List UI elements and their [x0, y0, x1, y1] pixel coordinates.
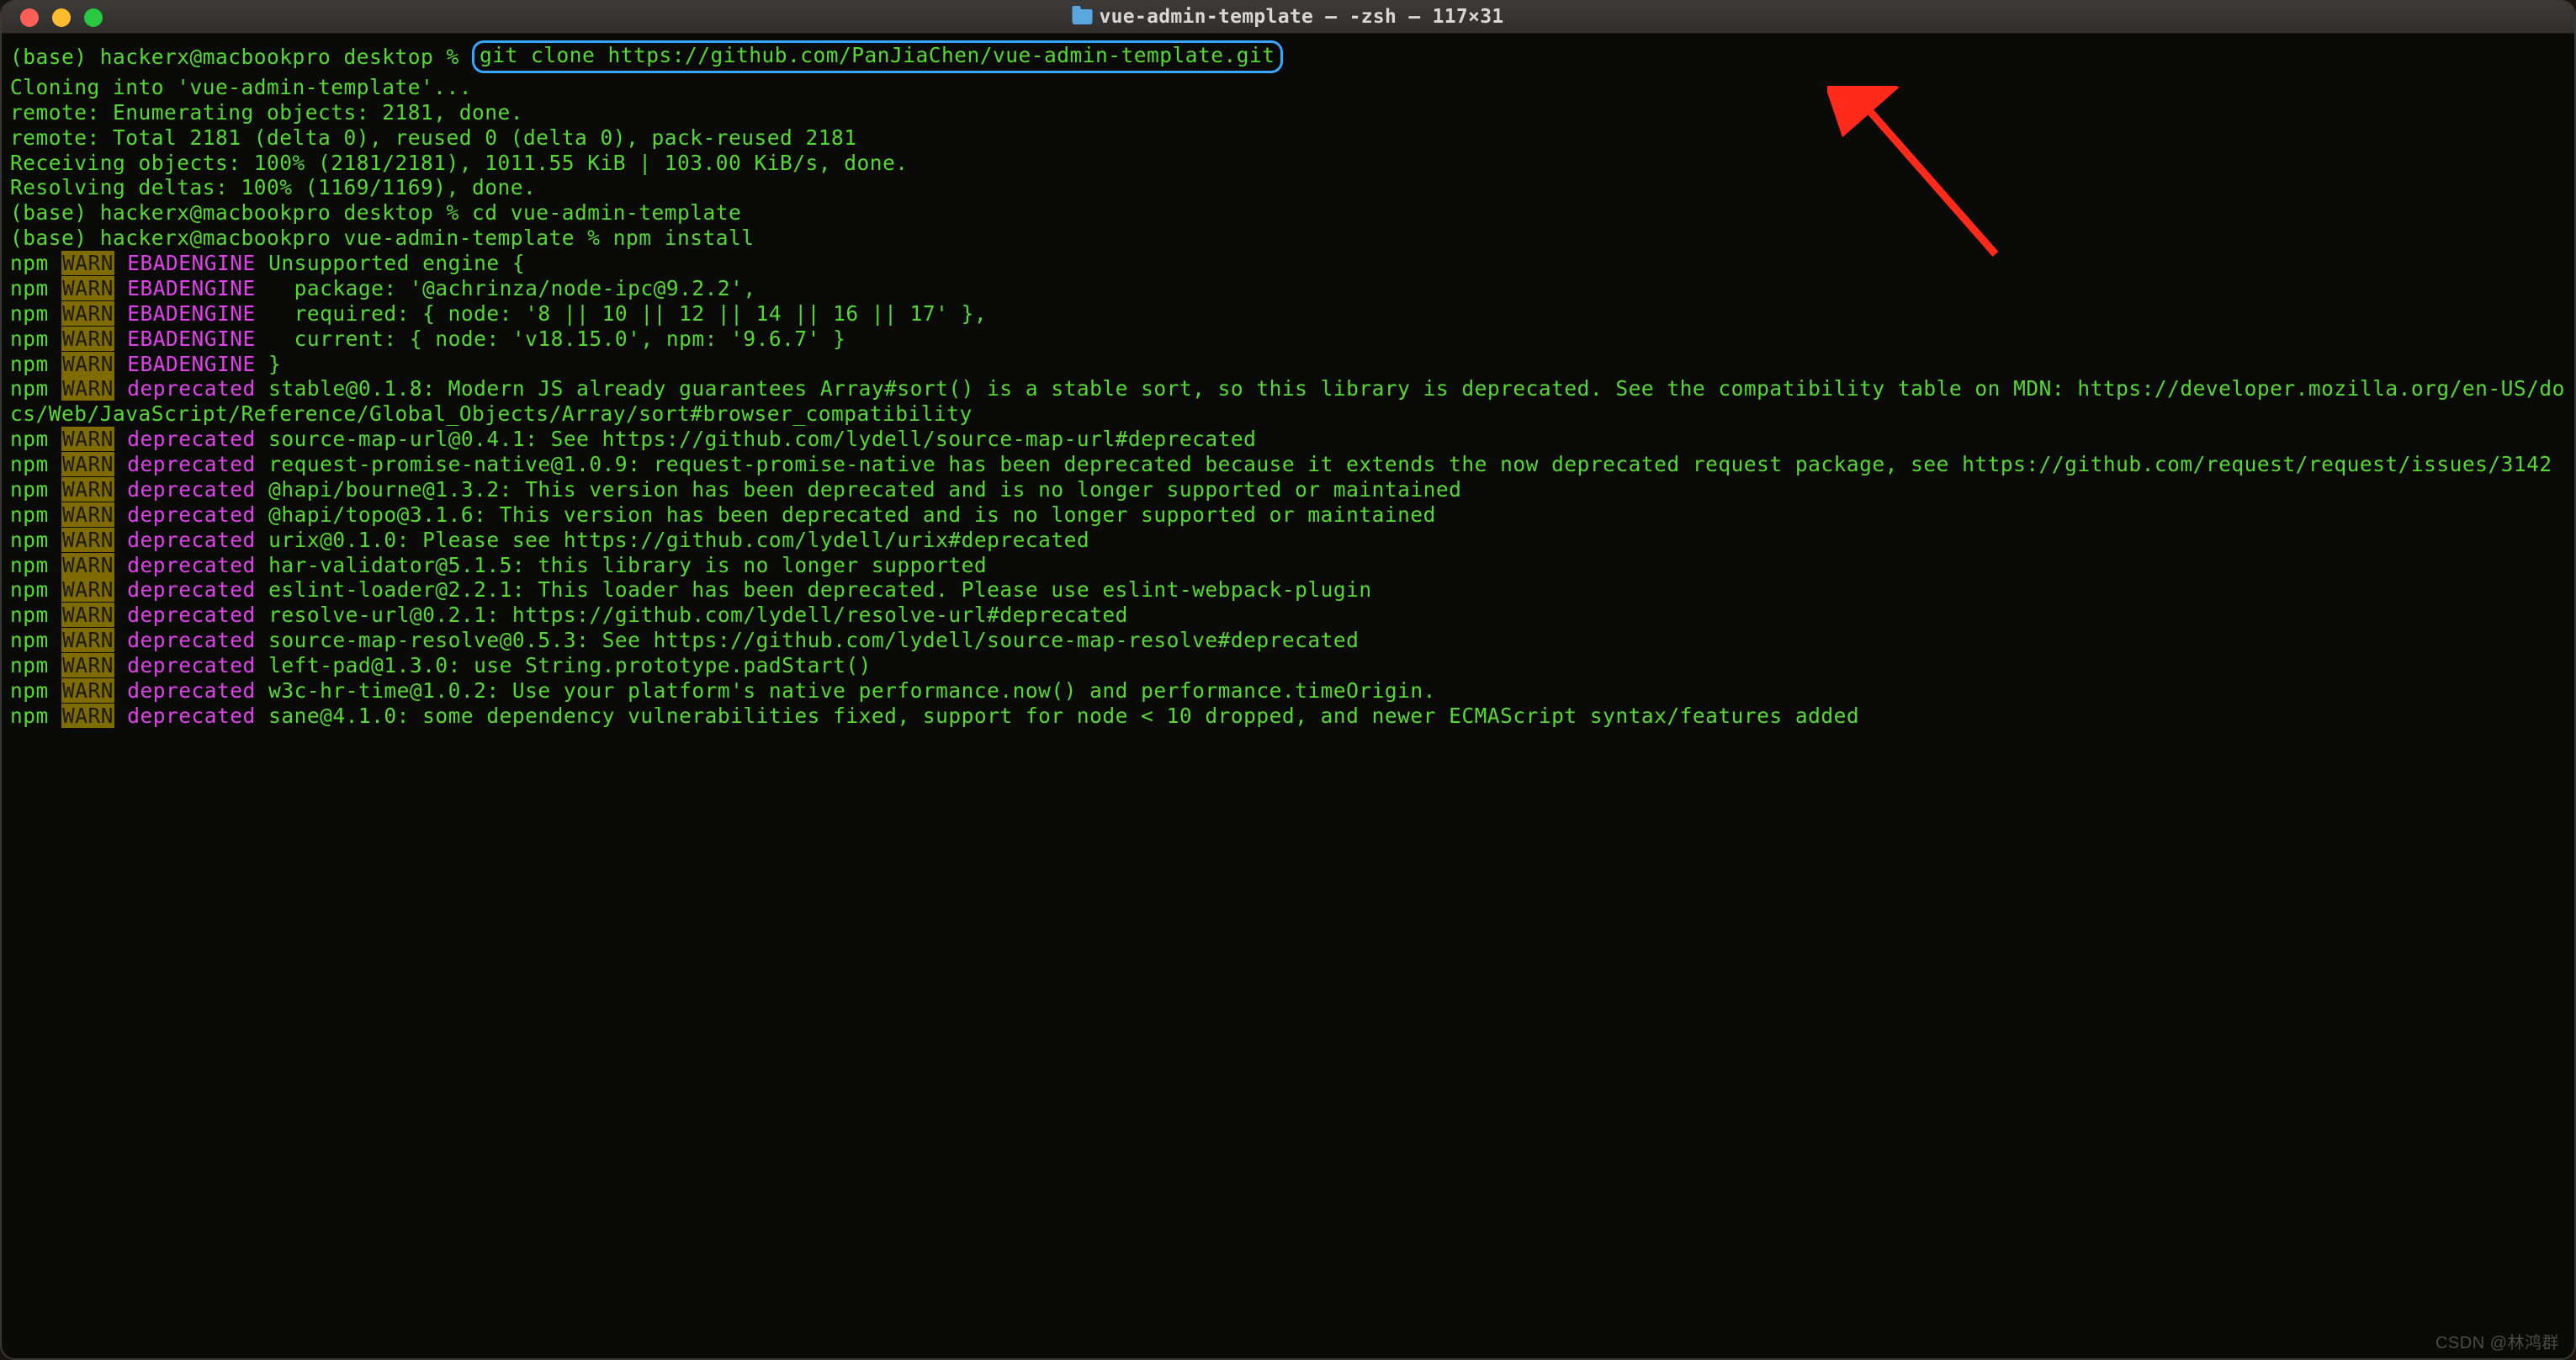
deprecated-label: deprecated	[127, 376, 256, 401]
warn-badge: WARN	[61, 376, 114, 401]
deprecated-label: deprecated	[127, 653, 256, 677]
minimize-icon[interactable]	[52, 8, 71, 27]
deprecated-msg: left-pad@1.3.0: use String.prototype.pad…	[268, 653, 872, 677]
git-output: remote: Total 2181 (delta 0), reused 0 (…	[10, 125, 857, 150]
npm-label: npm	[10, 553, 61, 577]
deprecated-msg: sane@4.1.0: some dependency vulnerabilit…	[268, 704, 1859, 728]
npm-label: npm	[10, 577, 61, 602]
deprecated-msg: @hapi/bourne@1.3.2: This version has bee…	[268, 477, 1461, 502]
npm-label: npm	[10, 301, 61, 326]
ebadengine-label: EBADENGINE	[127, 352, 256, 376]
maximize-icon[interactable]	[84, 8, 103, 27]
git-output: Resolving deltas: 100% (1169/1169), done…	[10, 175, 536, 199]
npm-label: npm	[10, 452, 61, 476]
npm-label: npm	[10, 427, 61, 451]
warn-badge: WARN	[61, 653, 114, 677]
window-title: vue-admin-template — -zsh — 117×31	[1072, 5, 1503, 29]
npm-label: npm	[10, 653, 61, 677]
npm-label: npm	[10, 603, 61, 627]
deprecated-msg: har-validator@5.1.5: this library is no …	[268, 553, 987, 577]
prompt-env: (base)	[10, 45, 100, 69]
warn-badge: WARN	[61, 276, 114, 300]
deprecated-label: deprecated	[127, 553, 256, 577]
npm-label: npm	[10, 251, 61, 275]
warn-badge: WARN	[61, 327, 114, 351]
folder-icon	[1072, 9, 1092, 24]
engine-msg: Unsupported engine {	[268, 251, 525, 275]
warn-badge: WARN	[61, 452, 114, 476]
warn-badge: WARN	[61, 628, 114, 652]
terminal-content[interactable]: (base) hackerx@macbookpro desktop % git …	[2, 34, 2574, 729]
npm-label: npm	[10, 276, 61, 300]
engine-msg: }	[268, 352, 281, 376]
npm-label: npm	[10, 678, 61, 703]
deprecated-label: deprecated	[127, 678, 256, 703]
deprecated-msg: @hapi/topo@3.1.6: This version has been …	[268, 502, 1436, 527]
warn-badge: WARN	[61, 477, 114, 502]
highlighted-command: git clone https://github.com/PanJiaChen/…	[472, 40, 1283, 73]
npm-label: npm	[10, 628, 61, 652]
warn-badge: WARN	[61, 502, 114, 527]
deprecated-label: deprecated	[127, 477, 256, 502]
deprecated-msg: w3c-hr-time@1.0.2: Use your platform's n…	[268, 678, 1436, 703]
window-title-text: vue-admin-template — -zsh — 117×31	[1099, 5, 1503, 29]
warn-badge: WARN	[61, 528, 114, 552]
deprecated-label: deprecated	[127, 528, 256, 552]
prompt-userhost: hackerx@macbookpro desktop %	[100, 45, 472, 69]
deprecated-label: deprecated	[127, 628, 256, 652]
deprecated-msg: source-map-url@0.4.1: See https://github…	[268, 427, 1256, 451]
titlebar: vue-admin-template — -zsh — 117×31	[2, 2, 2574, 34]
prompt-userhost: hackerx@macbookpro vue-admin-template %	[100, 226, 613, 250]
deprecated-msg: source-map-resolve@0.5.3: See https://gi…	[268, 628, 1359, 652]
cd-command: cd vue-admin-template	[472, 200, 741, 225]
deprecated-msg: stable@0.1.8: Modern JS already guarante…	[10, 376, 2565, 426]
deprecated-label: deprecated	[127, 427, 256, 451]
deprecated-label: deprecated	[127, 603, 256, 627]
warn-badge: WARN	[61, 301, 114, 326]
deprecated-msg: urix@0.1.0: Please see https://github.co…	[268, 528, 1089, 552]
npm-label: npm	[10, 528, 61, 552]
git-clone-command: git clone https://github.com/PanJiaChen/…	[480, 43, 1275, 67]
prompt-env: (base)	[10, 200, 100, 225]
warn-badge: WARN	[61, 603, 114, 627]
git-output: Receiving objects: 100% (2181/2181), 101…	[10, 151, 909, 175]
npm-label: npm	[10, 352, 61, 376]
prompt-env: (base)	[10, 226, 100, 250]
git-output: remote: Enumerating objects: 2181, done.	[10, 100, 523, 125]
ebadengine-label: EBADENGINE	[127, 301, 256, 326]
warn-badge: WARN	[61, 678, 114, 703]
npm-label: npm	[10, 327, 61, 351]
npm-label: npm	[10, 704, 61, 728]
warn-badge: WARN	[61, 251, 114, 275]
deprecated-msg: request-promise-native@1.0.9: request-pr…	[268, 452, 2552, 476]
npm-label: npm	[10, 477, 61, 502]
ebadengine-label: EBADENGINE	[127, 276, 256, 300]
close-icon[interactable]	[20, 8, 39, 27]
warn-badge: WARN	[61, 577, 114, 602]
deprecated-label: deprecated	[127, 577, 256, 602]
ebadengine-label: EBADENGINE	[127, 327, 256, 351]
ebadengine-label: EBADENGINE	[127, 251, 256, 275]
deprecated-msg: eslint-loader@2.2.1: This loader has bee…	[268, 577, 1372, 602]
deprecated-label: deprecated	[127, 502, 256, 527]
deprecated-label: deprecated	[127, 452, 256, 476]
traffic-lights	[2, 8, 103, 27]
warn-badge: WARN	[61, 352, 114, 376]
warn-badge: WARN	[61, 553, 114, 577]
warn-badge: WARN	[61, 427, 114, 451]
warn-badge: WARN	[61, 704, 114, 728]
npm-install-command: npm install	[613, 226, 755, 250]
terminal-window: vue-admin-template — -zsh — 117×31 (base…	[0, 0, 2576, 1360]
prompt-userhost: hackerx@macbookpro desktop %	[100, 200, 472, 225]
npm-label: npm	[10, 376, 61, 401]
deprecated-msg: resolve-url@0.2.1: https://github.com/ly…	[268, 603, 1128, 627]
engine-msg: current: { node: 'v18.15.0', npm: '9.6.7…	[268, 327, 845, 351]
deprecated-label: deprecated	[127, 704, 256, 728]
npm-label: npm	[10, 502, 61, 527]
engine-msg: package: '@achrinza/node-ipc@9.2.2',	[268, 276, 756, 300]
engine-msg: required: { node: '8 || 10 || 12 || 14 |…	[268, 301, 987, 326]
git-output: Cloning into 'vue-admin-template'...	[10, 75, 472, 99]
watermark: CSDN @林鸿群	[2436, 1333, 2559, 1353]
